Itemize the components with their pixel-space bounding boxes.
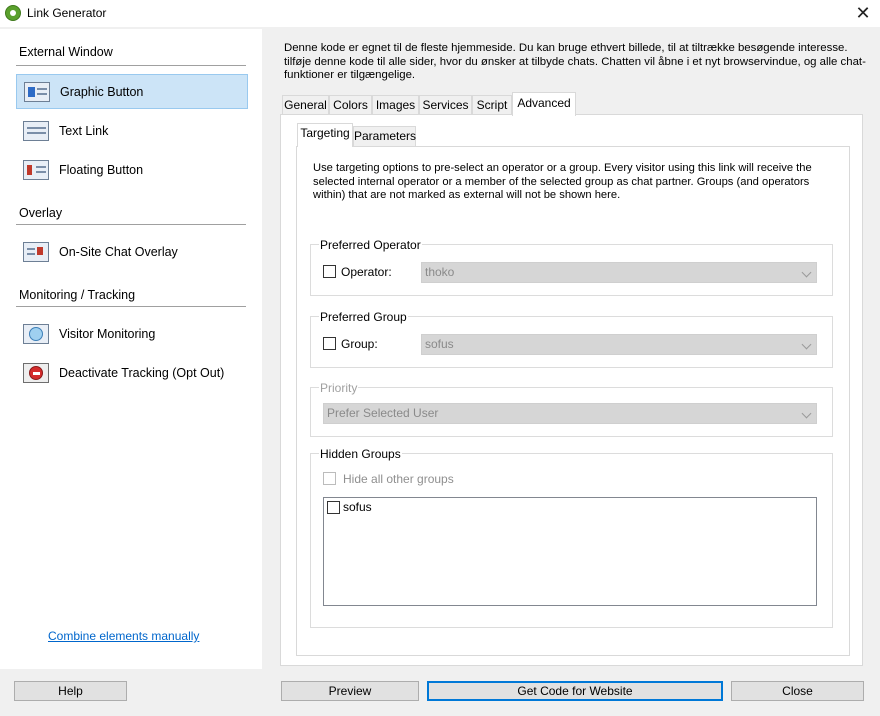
- group-select-value: sofus: [425, 337, 454, 351]
- hidden-groups-list[interactable]: sofus: [323, 497, 817, 606]
- window-title: Link Generator: [27, 6, 107, 20]
- sidebar-item-label: Text Link: [59, 123, 109, 138]
- sidebar-item-label: Deactivate Tracking (Opt Out): [59, 365, 225, 380]
- get-code-button[interactable]: Get Code for Website: [427, 681, 723, 701]
- preferred-group-legend: Preferred Group: [319, 310, 408, 324]
- sidebar-item-label: Visitor Monitoring: [59, 326, 156, 341]
- preferred-operator-legend: Preferred Operator: [319, 238, 422, 252]
- hide-all-groups-label: Hide all other groups: [343, 472, 454, 486]
- priority-select-value: Prefer Selected User: [327, 406, 439, 420]
- sidebar-item-graphic-button[interactable]: Graphic Button: [16, 74, 248, 109]
- operator-select[interactable]: thoko: [421, 262, 817, 283]
- title-bar: Link Generator ✕: [0, 0, 880, 28]
- close-window-button[interactable]: ✕: [846, 0, 880, 28]
- operator-checkbox[interactable]: [323, 265, 336, 278]
- floating-button-icon: [23, 159, 49, 180]
- group-checkbox-label: Group:: [341, 337, 378, 351]
- deactivate-tracking-icon: [23, 362, 49, 383]
- hidden-groups-legend: Hidden Groups: [319, 447, 402, 461]
- tab-services[interactable]: Services: [419, 95, 472, 115]
- sidebar-item-floating-button[interactable]: Floating Button: [16, 152, 248, 187]
- section-overlay: Overlay: [19, 206, 63, 220]
- priority-legend: Priority: [319, 381, 359, 395]
- close-button[interactable]: Close: [731, 681, 864, 701]
- tab-parameters[interactable]: Parameters: [353, 126, 416, 146]
- chevron-down-icon: [801, 339, 812, 350]
- chevron-down-icon: [801, 267, 812, 278]
- divider: [16, 306, 246, 307]
- tab-general[interactable]: General: [282, 95, 329, 115]
- operator-select-value: thoko: [425, 265, 455, 279]
- tab-images[interactable]: Images: [372, 95, 419, 115]
- section-monitoring-tracking: Monitoring / Tracking: [19, 288, 136, 302]
- hide-all-groups-checkbox[interactable]: [323, 472, 336, 485]
- sidebar-item-label: Graphic Button: [60, 84, 144, 99]
- sidebar-item-label: On-Site Chat Overlay: [59, 244, 178, 259]
- combine-elements-link[interactable]: Combine elements manually: [48, 629, 199, 643]
- description-text: Denne kode er egnet til de fleste hjemme…: [284, 42, 866, 81]
- sidebar-item-label: Floating Button: [59, 162, 144, 177]
- help-button[interactable]: Help: [14, 681, 127, 701]
- chat-overlay-icon: [23, 241, 49, 262]
- operator-checkbox-label: Operator:: [341, 265, 392, 279]
- priority-select[interactable]: Prefer Selected User: [323, 403, 817, 424]
- chevron-down-icon: [801, 408, 812, 419]
- hidden-group-label: sofus: [343, 500, 372, 514]
- targeting-info-text: Use targeting options to pre-select an o…: [313, 162, 812, 201]
- group-checkbox[interactable]: [323, 337, 336, 350]
- group-select[interactable]: sofus: [421, 334, 817, 355]
- tab-script[interactable]: Script: [472, 95, 512, 115]
- preview-button[interactable]: Preview: [281, 681, 419, 701]
- visitor-monitoring-icon: [23, 323, 49, 344]
- section-external-window: External Window: [19, 45, 113, 59]
- app-logo-icon: [5, 5, 21, 21]
- sidebar-item-visitor-monitoring[interactable]: Visitor Monitoring: [16, 316, 248, 351]
- tab-advanced[interactable]: Advanced: [512, 92, 576, 116]
- divider: [16, 224, 246, 225]
- divider: [16, 65, 246, 66]
- tab-colors[interactable]: Colors: [329, 95, 372, 115]
- hidden-group-checkbox[interactable]: [327, 501, 340, 514]
- sidebar-item-on-site-chat-overlay[interactable]: On-Site Chat Overlay: [16, 234, 248, 269]
- sidebar-item-text-link[interactable]: Text Link: [16, 113, 248, 148]
- tab-targeting[interactable]: Targeting: [297, 123, 353, 147]
- sidebar-item-deactivate-tracking[interactable]: Deactivate Tracking (Opt Out): [16, 355, 248, 390]
- text-link-icon: [23, 120, 49, 141]
- graphic-button-icon: [24, 81, 50, 102]
